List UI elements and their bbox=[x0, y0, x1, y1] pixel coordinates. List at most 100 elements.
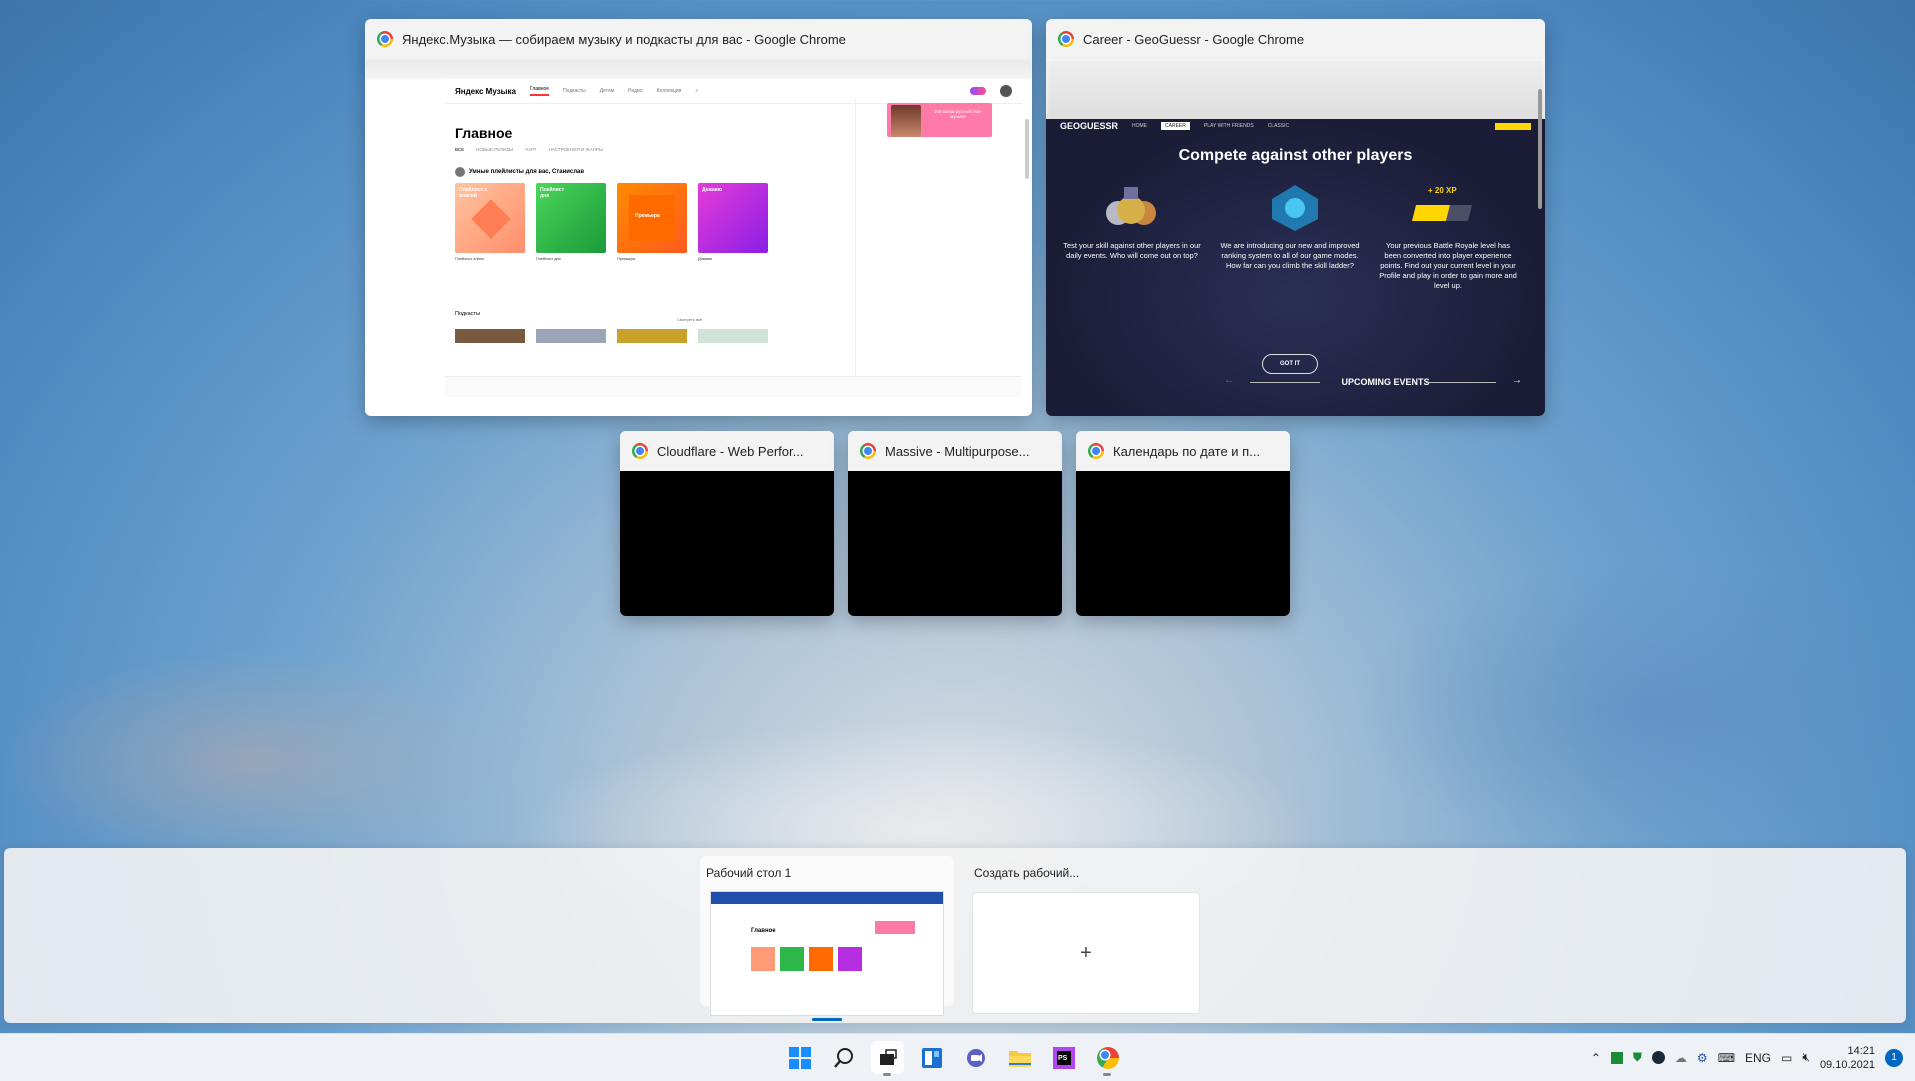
phpstorm-icon: PS bbox=[1052, 1046, 1075, 1069]
task-view-button[interactable] bbox=[871, 1041, 904, 1076]
clock[interactable]: 14:21 09.10.2021 bbox=[1820, 1044, 1875, 1072]
podcast-card bbox=[536, 329, 606, 343]
desktop-1[interactable]: Рабочий стол 1 Главное bbox=[700, 856, 954, 1021]
widgets-button[interactable] bbox=[915, 1041, 948, 1074]
window-title-bar[interactable]: Яндекс.Музыка — собираем музыку и подкас… bbox=[365, 19, 1032, 59]
active-dot bbox=[1103, 1073, 1111, 1076]
window-title-bar[interactable]: Massive - Multipurpose... bbox=[848, 431, 1062, 471]
chrome-icon bbox=[1058, 31, 1074, 47]
nav-item: CLASSIC bbox=[1267, 123, 1290, 129]
folder-icon bbox=[1008, 1050, 1031, 1067]
chrome-icon bbox=[1088, 443, 1104, 459]
preview-cards bbox=[751, 947, 862, 971]
podcast-card bbox=[455, 329, 525, 343]
podcasts-more-link: Смотреть всё bbox=[677, 317, 703, 322]
chrome-icon bbox=[1096, 1046, 1119, 1069]
playlist-card: Плейлист с алисой bbox=[455, 183, 525, 253]
desktop-label: Рабочий стол 1 bbox=[706, 866, 792, 880]
chrome-icon bbox=[377, 31, 393, 47]
virtual-desktops-panel: Рабочий стол 1 Главное Создать рабочий..… bbox=[4, 848, 1906, 1023]
window-cloudflare[interactable]: Cloudflare - Web Perfor... bbox=[620, 431, 834, 616]
card-caption: Дежавю bbox=[698, 257, 768, 262]
playlist-card: Премьера bbox=[617, 183, 687, 253]
arrow-right-icon: → bbox=[1512, 375, 1522, 386]
svg-text:PS: PS bbox=[1058, 1055, 1068, 1062]
window-title-bar[interactable]: Календарь по дате и п... bbox=[1076, 431, 1290, 471]
divider bbox=[1426, 382, 1496, 383]
page-title: Главное bbox=[455, 125, 513, 141]
windows-icon bbox=[788, 1046, 811, 1069]
wallpaper-glow bbox=[1350, 560, 1915, 860]
xp-bar-icon: + 20 XP bbox=[1412, 186, 1472, 221]
search-button[interactable] bbox=[827, 1041, 860, 1074]
card-label: Премьера bbox=[635, 213, 660, 219]
taskbar-apps: PS bbox=[783, 1041, 1124, 1076]
window-title-bar[interactable]: Cloudflare - Web Perfor... bbox=[620, 431, 834, 471]
add-desktop-button[interactable]: + bbox=[972, 892, 1200, 1014]
nav-item: PLAY WITH FRIENDS bbox=[1203, 123, 1254, 129]
caption-title: Премьера bbox=[617, 257, 635, 261]
nav-item: Радио bbox=[628, 88, 643, 94]
card-caption: Плейлист дня bbox=[536, 257, 606, 262]
active-indicator bbox=[812, 1018, 842, 1021]
phpstorm-button[interactable]: PS bbox=[1047, 1041, 1080, 1074]
medals-icon bbox=[1106, 187, 1156, 225]
window-massive[interactable]: Massive - Multipurpose... bbox=[848, 431, 1062, 616]
shield-icon[interactable]: ⛊ bbox=[1633, 1050, 1642, 1065]
wallpaper-glow bbox=[0, 650, 500, 870]
cloud-icon[interactable]: ☁ bbox=[1675, 1051, 1687, 1065]
window-title: Cloudflare - Web Perfor... bbox=[657, 443, 804, 459]
gear-icon[interactable]: ⚙ bbox=[1697, 1051, 1708, 1065]
language-indicator[interactable]: ENG bbox=[1745, 1051, 1771, 1065]
preview-banner bbox=[875, 921, 915, 934]
got-it-button: GOT IT bbox=[1262, 354, 1318, 374]
window-geoguessr[interactable]: Career - GeoGuessr - Google Chrome GEOGU… bbox=[1046, 19, 1545, 416]
start-button[interactable] bbox=[783, 1041, 816, 1074]
nav-item: Главное bbox=[529, 86, 550, 96]
yandex-page: Яндекс Музыка Главное Подкасты Детям Рад… bbox=[445, 79, 1022, 397]
widgets-icon bbox=[921, 1047, 942, 1068]
user-avatar bbox=[455, 167, 465, 177]
window-title: Career - GeoGuessr - Google Chrome bbox=[1083, 31, 1305, 47]
window-preview bbox=[848, 471, 1062, 616]
file-explorer-button[interactable] bbox=[1003, 1041, 1036, 1074]
window-yandex-music[interactable]: Яндекс.Музыка — собираем музыку и подкас… bbox=[365, 19, 1032, 416]
window-title: Massive - Multipurpose... bbox=[885, 443, 1030, 459]
notification-badge[interactable]: 1 bbox=[1885, 1048, 1903, 1067]
content-tabs: ВСЕ НОВЫЕ РЕЛИЗЫ ЧАРТ НАСТРОЕНИЯ И ЖАНРЫ bbox=[455, 147, 603, 152]
tab: НОВЫЕ РЕЛИЗЫ bbox=[476, 147, 513, 152]
nav-item: CAREER bbox=[1161, 122, 1190, 130]
system-tray: ⌃ ⛊ ☁ ⚙ ⌨ ENG ▭ 🔇︎ 14:21 09.10.2021 1 bbox=[1591, 1034, 1915, 1081]
window-preview: Яндекс Музыка Главное Подкасты Детям Рад… bbox=[365, 59, 1032, 416]
caption-title: Плейлист дня bbox=[536, 257, 561, 261]
feature-text: We are introducing our new and improved … bbox=[1220, 241, 1360, 270]
volume-muted-icon[interactable]: 🔇︎ bbox=[1802, 1050, 1810, 1065]
banner-photo bbox=[891, 105, 921, 137]
time: 14:21 bbox=[1847, 1044, 1875, 1057]
keyboard-icon[interactable]: ⌨ bbox=[1718, 1051, 1735, 1065]
playlist-card: Плейлист дня bbox=[536, 183, 606, 253]
window-calendar[interactable]: Календарь по дате и п... bbox=[1076, 431, 1290, 616]
chat-button[interactable] bbox=[959, 1041, 992, 1074]
window-title-bar[interactable]: Career - GeoGuessr - Google Chrome bbox=[1046, 19, 1545, 59]
desktop-label: Создать рабочий... bbox=[974, 866, 1080, 880]
avatar bbox=[1000, 85, 1012, 97]
steam-icon[interactable] bbox=[1651, 1051, 1665, 1064]
search-icon: ⌕ bbox=[695, 88, 699, 94]
plus-icon: + bbox=[1080, 941, 1092, 964]
geoguessr-page: GEOGUESSR HOME CAREER PLAY WITH FRIENDS … bbox=[1046, 119, 1545, 416]
preview-card bbox=[838, 947, 862, 971]
chrome-button[interactable] bbox=[1091, 1041, 1124, 1076]
preview-card bbox=[809, 947, 833, 971]
new-desktop[interactable]: Создать рабочий... + bbox=[968, 856, 1200, 1014]
security-app-icon[interactable] bbox=[1610, 1051, 1623, 1064]
card-label: Плейлист с алисой bbox=[459, 187, 488, 199]
window-title: Яндекс.Музыка — собираем музыку и подкас… bbox=[402, 31, 846, 47]
smart-playlists-heading: Умные плейлисты для вас, Станислав bbox=[455, 167, 584, 177]
taskbar: PS ⌃ ⛊ ☁ ⚙ ⌨ ENG ▭ 🔇︎ 14:21 09.10.2021 1 bbox=[0, 1033, 1915, 1081]
chevron-up-icon[interactable]: ⌃ bbox=[1591, 1051, 1601, 1065]
network-icon[interactable]: ▭ bbox=[1781, 1051, 1792, 1065]
podcast-card bbox=[698, 329, 768, 343]
card-caption: Премьера bbox=[617, 257, 687, 262]
upcoming-events-heading: UPCOMING EVENTS bbox=[1341, 377, 1430, 387]
